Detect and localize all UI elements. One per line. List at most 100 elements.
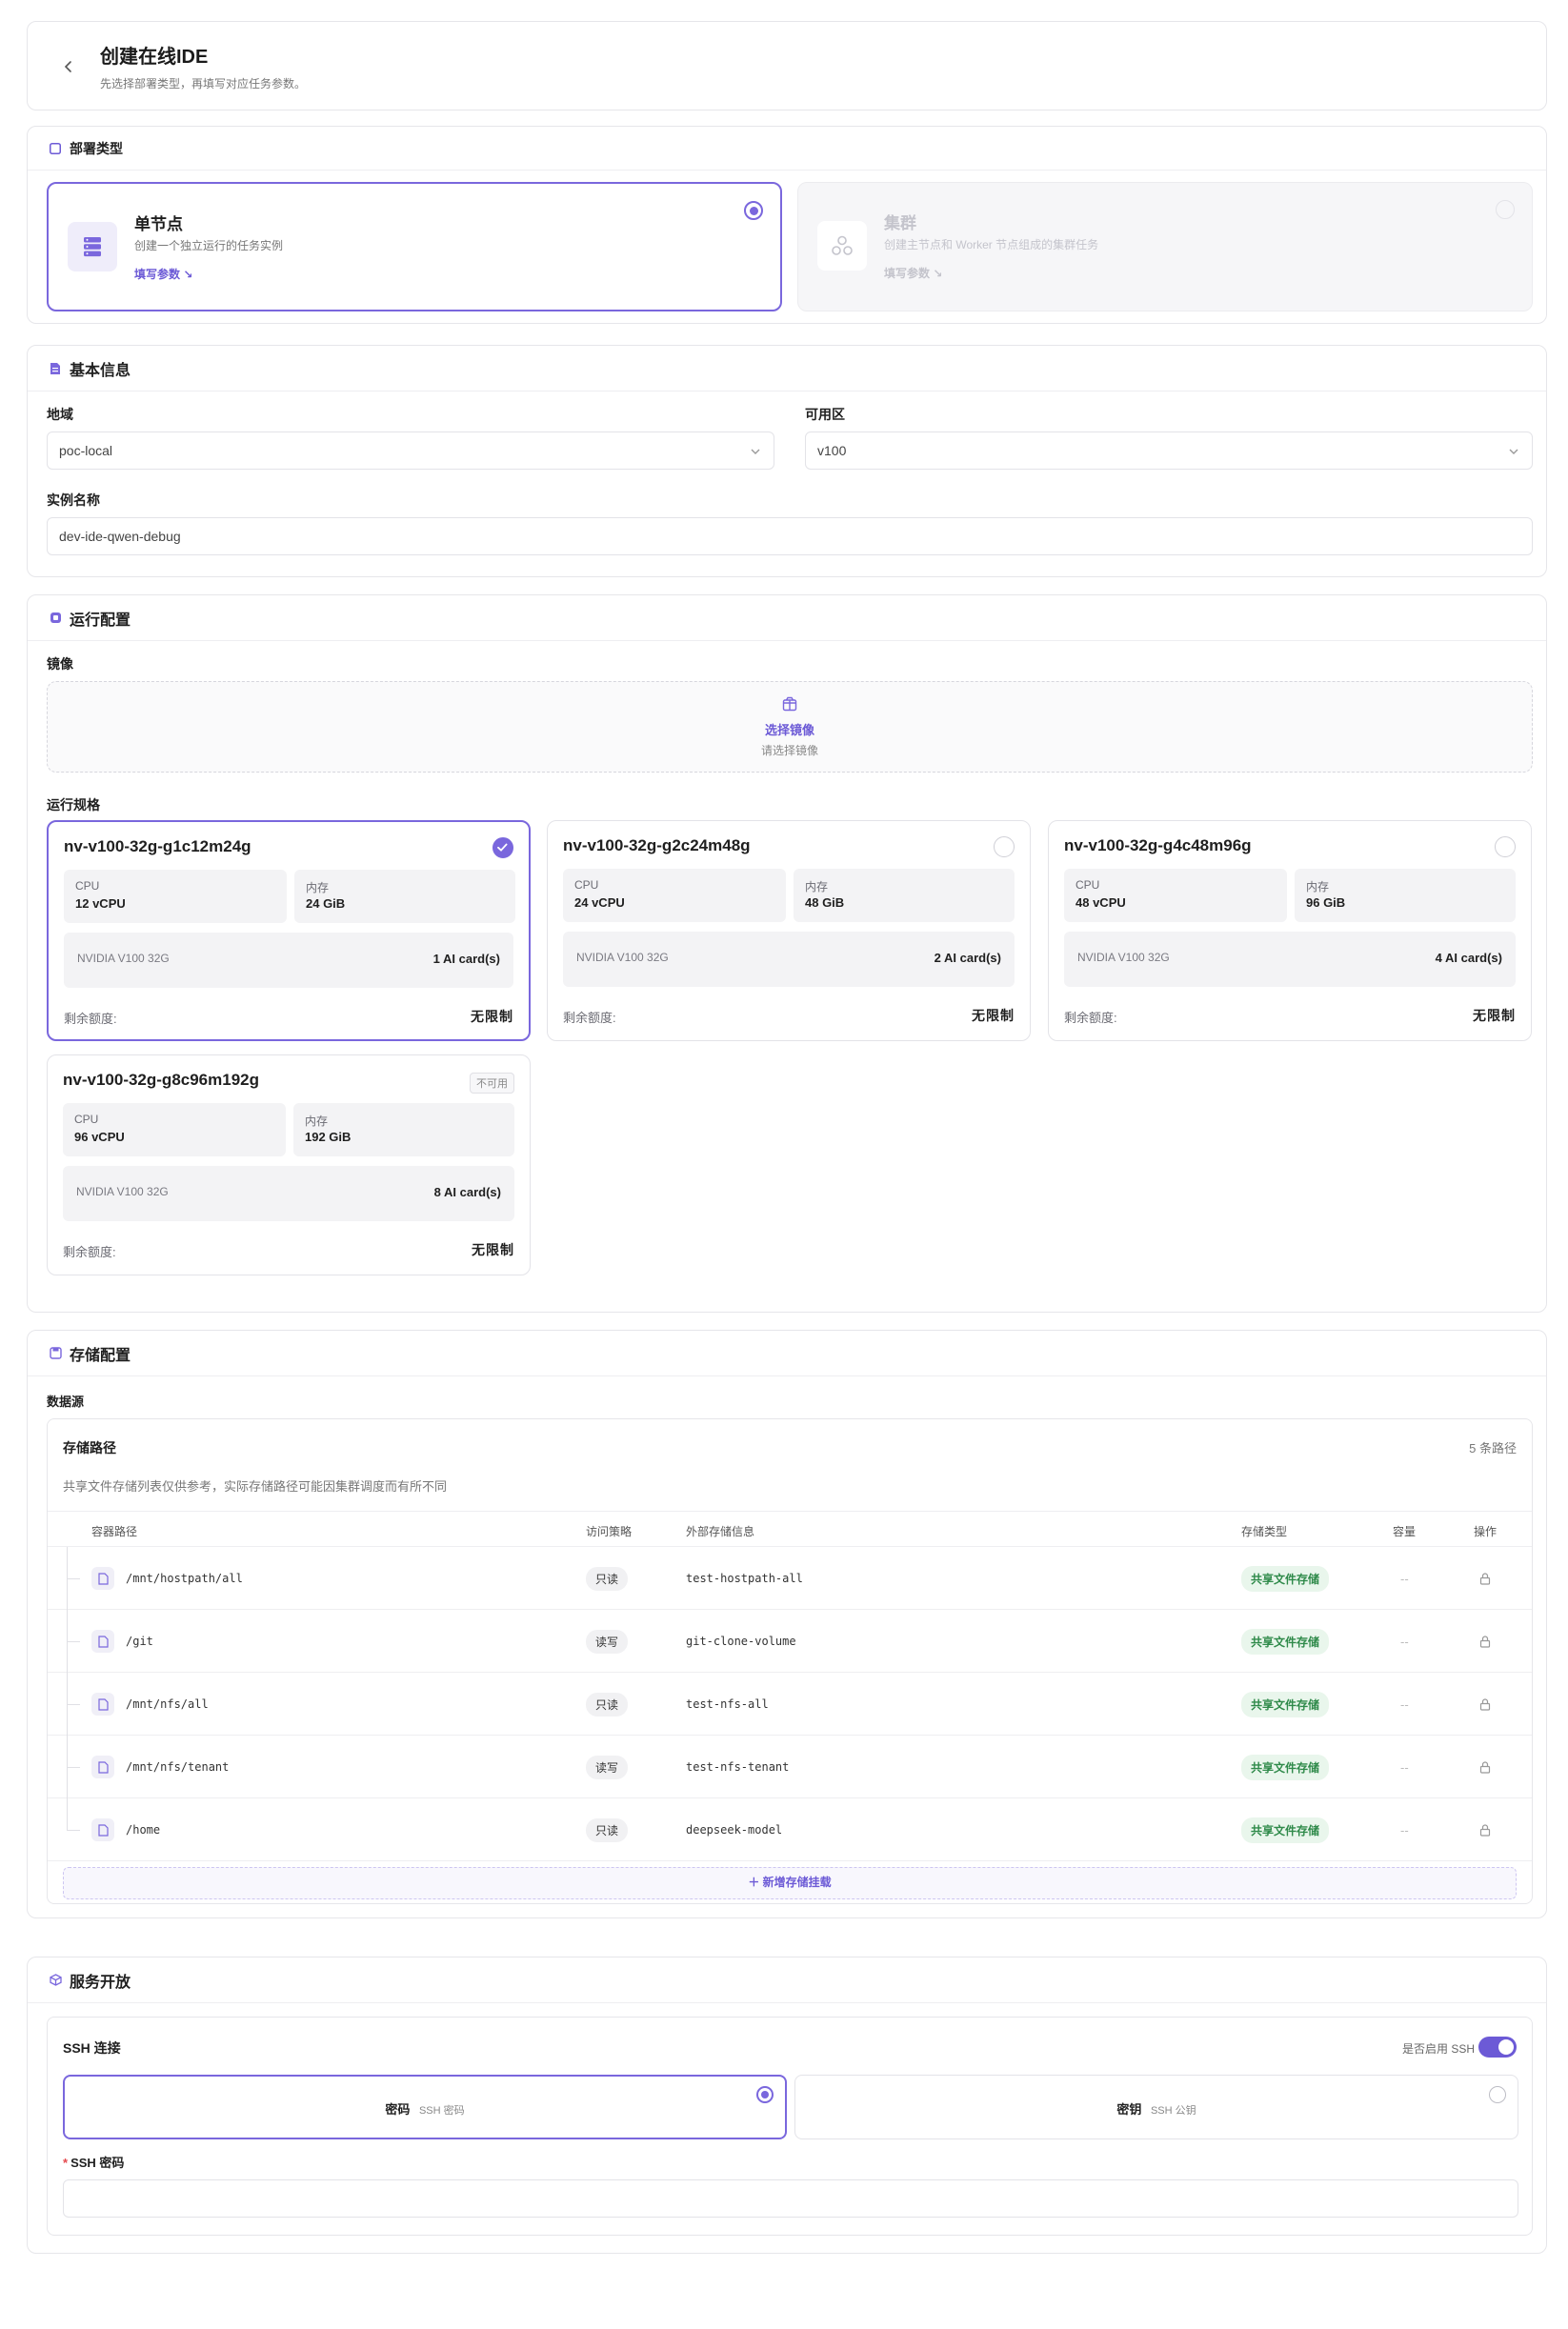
deploy-type-title: 部署类型 — [70, 140, 123, 156]
table-row: /mnt/nfs/tenant 读写 test-nfs-tenant 共享文件存… — [48, 1736, 1532, 1798]
spec-quota-value: 无限制 — [471, 1009, 513, 1024]
lock-icon[interactable] — [1479, 1823, 1491, 1837]
spec-cpu-label: CPU — [74, 1113, 99, 1126]
deploy-option-cluster[interactable]: 集群 创建主节点和 Worker 节点组成的集群任务 填写参数 ↘ — [797, 182, 1533, 311]
radio-empty-icon — [1489, 2086, 1506, 2103]
spec-gpu-model: NVIDIA V100 32G — [576, 951, 669, 964]
auth-option-key[interactable]: 密钥 SSH 公钥 — [794, 2075, 1518, 2139]
spec-name: nv-v100-32g-g1c12m24g — [64, 837, 251, 855]
instance-name-input[interactable]: dev-ide-qwen-debug — [47, 517, 1533, 555]
checkbox-icon — [49, 142, 62, 155]
deploy-option-single[interactable]: 单节点 创建一个独立运行的任务实例 填写参数 ↘ — [47, 182, 782, 311]
service-title: 服务开放 — [70, 1974, 131, 1991]
lock-icon[interactable] — [1479, 1760, 1491, 1774]
spec-quota-value: 无限制 — [972, 1008, 1015, 1023]
check-circle-icon — [493, 837, 513, 858]
spec-gpu-cards: 4 AI card(s) — [1435, 951, 1502, 965]
spec-cpu-value: 96 vCPU — [74, 1130, 125, 1144]
spec-gpu-cards: 2 AI card(s) — [934, 951, 1001, 965]
unavailable-badge: 不可用 — [470, 1073, 514, 1094]
spec-cpu-box: CPU 24 vCPU — [563, 869, 786, 922]
spec-mem-box: 内存 96 GiB — [1295, 869, 1516, 922]
header-card: 创建在线IDE 先选择部署类型，再填写对应任务参数。 — [27, 21, 1547, 110]
region-value: poc-local — [59, 443, 113, 458]
storage-type-tag: 共享文件存储 — [1241, 1565, 1330, 1592]
add-storage-button[interactable]: ＋ 新增存储挂载 — [63, 1867, 1517, 1899]
spec-card[interactable]: nv-v100-32g-g8c96m192g 不可用 CPU 96 vCPU 内… — [47, 1054, 531, 1275]
external-info: test-nfs-all — [686, 1697, 769, 1711]
auth-option-password[interactable]: 密码 SSH 密码 — [63, 2075, 787, 2139]
spec-gpu-model: NVIDIA V100 32G — [76, 1185, 169, 1198]
ssh-password-input[interactable] — [63, 2179, 1518, 2218]
deploy-type-section: 部署类型 单节点 创建一个独立运行的任务实例 填写参数 ↘ 集群 创建主节点和 … — [27, 126, 1547, 324]
storage-type-tag: 共享文件存储 — [1241, 1817, 1330, 1843]
radio-selected-icon — [756, 2086, 774, 2103]
spec-cpu-value: 48 vCPU — [1075, 895, 1126, 910]
deploy-option-link[interactable]: 填写参数 ↘ — [884, 265, 942, 281]
col-header: 访问策略 — [586, 1525, 633, 1538]
radio-empty-icon — [1496, 200, 1515, 219]
deploy-option-title: 单节点 — [134, 215, 183, 233]
spec-gpu-model: NVIDIA V100 32G — [1077, 951, 1170, 964]
container-path: /git — [126, 1635, 153, 1648]
file-icon — [91, 1567, 114, 1590]
table-row: /mnt/hostpath/all 只读 test-hostpath-all 共… — [48, 1547, 1532, 1610]
external-info: deepseek-model — [686, 1823, 783, 1837]
external-info: test-nfs-tenant — [686, 1760, 790, 1774]
col-header: 容量 — [1393, 1525, 1417, 1538]
lock-icon[interactable] — [1479, 1697, 1491, 1711]
basic-info-section: 基本信息 地域 poc-local 可用区 v100 实例名称 dev-ide-… — [27, 345, 1547, 577]
spec-cpu-label: CPU — [1075, 878, 1100, 892]
service-section: 服务开放 SSH 连接 是否启用 SSH 密码 SSH 密码 密钥 SSH 公钥… — [27, 1957, 1547, 2254]
spec-card[interactable]: nv-v100-32g-g4c48m96g CPU 48 vCPU 内存 96 … — [1048, 820, 1532, 1041]
image-picker-button[interactable]: 选择镜像 — [48, 720, 1532, 738]
deploy-type-header: 部署类型 — [28, 127, 1546, 171]
deploy-option-link[interactable]: 填写参数 ↘ — [134, 266, 192, 282]
col-header: 外部存储信息 — [686, 1525, 755, 1538]
package-icon — [782, 696, 797, 712]
spec-cpu-label: CPU — [75, 879, 100, 893]
image-picker[interactable]: 选择镜像 请选择镜像 — [47, 681, 1533, 773]
radio-empty-icon — [1495, 836, 1516, 857]
access-pill: 读写 — [586, 1755, 629, 1779]
spec-mem-value: 48 GiB — [805, 895, 845, 910]
spec-mem-label: 内存 — [805, 880, 829, 893]
spec-gpu-cards: 1 AI card(s) — [432, 952, 500, 966]
ssh-title: SSH 连接 — [63, 2040, 121, 2056]
runtime-title: 运行配置 — [70, 612, 131, 629]
cluster-icon — [817, 221, 867, 271]
spec-mem-label: 内存 — [305, 1114, 329, 1128]
spec-cpu-box: CPU 96 vCPU — [63, 1103, 286, 1156]
back-button[interactable] — [60, 58, 77, 75]
tree-line — [67, 1830, 80, 1831]
lock-icon[interactable] — [1479, 1635, 1491, 1648]
spec-quota-label: 剩余额度: — [63, 1245, 116, 1259]
spec-card[interactable]: nv-v100-32g-g1c12m24g CPU 12 vCPU 内存 24 … — [47, 820, 531, 1041]
storage-table-header: 容器路径 访问策略 外部存储信息 存储类型 容量 操作 — [48, 1511, 1532, 1547]
spec-mem-value: 192 GiB — [305, 1130, 352, 1144]
spec-card[interactable]: nv-v100-32g-g2c24m48g CPU 24 vCPU 内存 48 … — [547, 820, 1031, 1041]
region-select[interactable]: poc-local — [47, 432, 774, 470]
tree-line — [67, 1578, 80, 1579]
save-icon — [49, 1347, 62, 1360]
ssh-toggle-label: 是否启用 SSH — [1401, 2042, 1475, 2056]
chevron-left-icon — [64, 61, 71, 72]
access-pill: 只读 — [586, 1566, 629, 1591]
tree-line — [67, 1767, 80, 1768]
file-icon — [91, 1818, 114, 1841]
table-row: /git 读写 git-clone-volume 共享文件存储 -- — [48, 1610, 1532, 1673]
storage-table-body: /mnt/hostpath/all 只读 test-hostpath-all 共… — [48, 1547, 1532, 1861]
spec-quota-label: 剩余额度: — [64, 1012, 117, 1026]
access-pill: 只读 — [586, 1817, 629, 1842]
spec-gpu-box: NVIDIA V100 32G 4 AI card(s) — [1064, 932, 1516, 987]
spec-cpu-label: CPU — [574, 878, 599, 892]
file-icon — [91, 1630, 114, 1653]
col-header: 操作 — [1474, 1525, 1498, 1538]
tree-line — [67, 1704, 80, 1705]
ssh-toggle[interactable] — [1478, 2037, 1517, 2058]
chip-icon — [49, 612, 62, 625]
lock-icon[interactable] — [1479, 1572, 1491, 1585]
spec-mem-label: 内存 — [1306, 880, 1330, 893]
runtime-section: 运行配置 镜像 选择镜像 请选择镜像 运行规格 nv-v100-32g-g1c1… — [27, 594, 1547, 1313]
zone-select[interactable]: v100 — [805, 432, 1533, 470]
